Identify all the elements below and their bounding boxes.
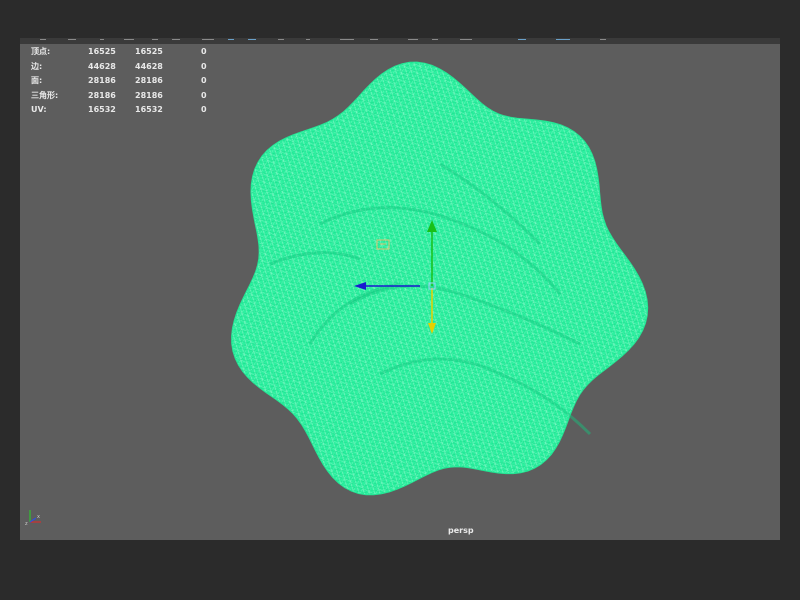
mesh-canvas[interactable] [20, 44, 780, 540]
hud-value: 0 [201, 105, 207, 114]
svg-text:x: x [37, 514, 40, 520]
hud-value: 16532 [88, 105, 116, 114]
hud-row: 面: 28186 28186 0 [31, 74, 241, 89]
hud-label: UV: [31, 105, 47, 114]
hud-value: 28186 [88, 90, 116, 100]
hud-row: 三角形: 28186 28186 0 [31, 89, 241, 104]
hud-label: 三角形: [31, 90, 59, 100]
hud-value: 44628 [88, 61, 116, 71]
svg-text:z: z [25, 521, 28, 527]
hud-label: 顶点: [31, 47, 51, 56]
perspective-viewport[interactable]: 顶点: 16525 16525 0 边: 44628 44628 0 面: 28186 28186 0… [20, 44, 780, 540]
hud-value: 16532 [135, 105, 163, 114]
hud-row: UV: 16532 16532 0 [31, 103, 241, 118]
hud-row: 顶点: 16525 16525 0 [31, 45, 241, 60]
camera-label: persp [448, 526, 474, 535]
poly-count-hud: 顶点: 16525 16525 0 边: 44628 44628 0 面: 28186 28186 0… [31, 45, 241, 118]
mesh-object[interactable] [231, 61, 649, 496]
hud-value: 0 [201, 47, 207, 56]
hud-label: 面: [31, 76, 43, 85]
hud-value: 44628 [135, 61, 163, 71]
hud-value: 28186 [135, 90, 163, 100]
hud-row: 边: 44628 44628 0 [31, 60, 241, 75]
hud-value: 28186 [88, 76, 116, 85]
hud-value: 0 [201, 61, 207, 71]
maya-window: 顶点: 16525 16525 0 边: 44628 44628 0 面: 28186 28186 0… [0, 0, 800, 600]
hud-label: 边: [31, 61, 43, 71]
hud-value: 0 [201, 76, 207, 85]
hud-value: 16525 [88, 47, 116, 56]
hud-value: 16525 [135, 47, 163, 56]
hud-value: 28186 [135, 76, 163, 85]
view-axis-icon: z x [25, 510, 41, 527]
hud-value: 0 [201, 90, 207, 100]
